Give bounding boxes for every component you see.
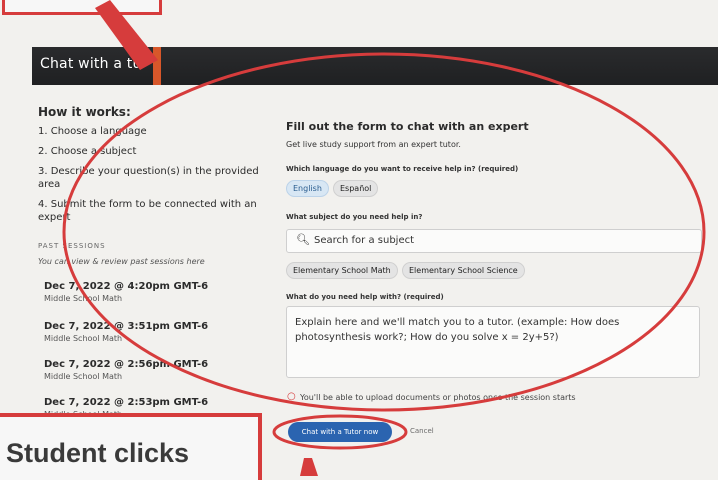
- annotation-ellipse-button: [272, 414, 408, 450]
- annotation-overlay: [62, 0, 706, 476]
- annotation-ellipse-large: [62, 52, 706, 412]
- annotation-arrow-top: [95, 0, 158, 70]
- annotation-text: Student clicks: [6, 438, 190, 468]
- annotation-arrow-bottom: [300, 458, 318, 476]
